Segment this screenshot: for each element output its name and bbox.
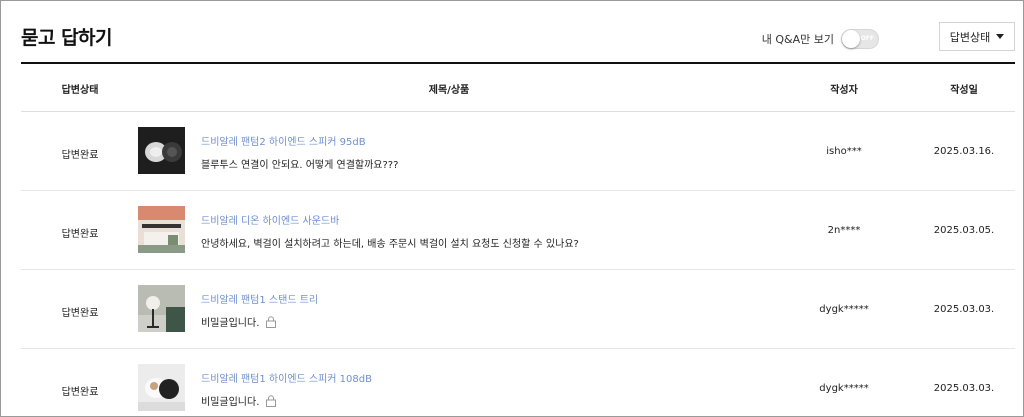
question-link[interactable]: 안녕하세요, 벽걸이 설치하려고 하는데, 배송 주문시 벽걸이 설치 요청도 …: [201, 235, 579, 250]
column-header-author: 작성자: [830, 85, 858, 96]
caret-down-icon: [996, 34, 1005, 39]
column-header-status: 답변상태: [61, 85, 99, 96]
question-text: 비밀글입니다.: [201, 318, 260, 329]
qa-table: 답변상태 제목/상품 작성자 작성일 답변완료 드비알레 팬텀2 하이엔드 스피…: [21, 62, 1015, 416]
qa-board: 묻고 답하기 내 Q&A만 보기 OFF 답변상태 답변상태 제목/상품 작성자…: [0, 0, 1024, 417]
product-name-link[interactable]: 드비알레 디온 하이엔드 사운드바: [201, 212, 579, 227]
product-name-link[interactable]: 드비알레 팬텀2 하이엔드 스피커 95dB: [201, 133, 398, 148]
qa-title-cell: 드비알레 디온 하이엔드 사운드바 안녕하세요, 벽걸이 설치하려고 하는데, …: [201, 212, 579, 250]
author: dygk*****: [819, 304, 869, 315]
product-name-link[interactable]: 드비알레 팬텀1 스탠드 트리: [201, 291, 318, 306]
answer-status: 답변완료: [61, 387, 99, 398]
column-header-title: 제목/상품: [428, 85, 470, 96]
lock-icon: [266, 315, 277, 328]
question-link[interactable]: 비밀글입니다.: [201, 393, 372, 408]
answer-status: 답변완료: [61, 229, 99, 240]
answer-status: 답변완료: [61, 308, 99, 319]
product-thumbnail[interactable]: [138, 285, 185, 332]
question-text: 안녕하세요, 벽걸이 설치하려고 하는데, 배송 주문시 벽걸이 설치 요청도 …: [201, 239, 579, 250]
date: 2025.03.16.: [933, 146, 995, 157]
answer-status-dropdown[interactable]: 답변상태: [939, 22, 1015, 51]
question-text: 블루투스 연결이 안되요. 어떻게 연결할까요???: [201, 160, 399, 171]
product-thumbnail[interactable]: [138, 206, 185, 253]
date: 2025.03.03.: [933, 304, 995, 315]
answer-status: 답변완료: [61, 150, 99, 161]
qa-title-cell: 드비알레 팬텀1 스탠드 트리 비밀글입니다.: [201, 291, 318, 329]
column-header-date: 작성일: [950, 85, 978, 96]
my-qa-label: 내 Q&A만 보기: [761, 33, 834, 46]
date: 2025.03.03.: [933, 383, 995, 394]
table-row[interactable]: 답변완료 드비알레 팬텀1 스탠드 트리 비밀글입니다. dygk***** 2…: [21, 270, 1015, 349]
toggle-knob: [842, 30, 860, 48]
question-link[interactable]: 비밀글입니다.: [201, 314, 318, 329]
my-qa-filter: 내 Q&A만 보기 OFF: [762, 29, 879, 49]
table-row[interactable]: 답변완료 드비알레 팬텀1 하이엔드 스피커 108dB 비밀글입니다. dyg…: [21, 349, 1015, 416]
qa-title-cell: 드비알레 팬텀1 하이엔드 스피커 108dB 비밀글입니다.: [201, 370, 372, 408]
question-link[interactable]: 블루투스 연결이 안되요. 어떻게 연결할까요???: [201, 156, 398, 171]
qa-title-cell: 드비알레 팬텀2 하이엔드 스피커 95dB 블루투스 연결이 안되요. 어떻게…: [201, 133, 398, 171]
page-title: 묻고 답하기: [21, 27, 113, 49]
qa-header: 묻고 답하기 내 Q&A만 보기 OFF 답변상태: [21, 19, 1015, 63]
my-qa-toggle[interactable]: OFF: [841, 29, 879, 49]
product-name-link[interactable]: 드비알레 팬텀1 하이엔드 스피커 108dB: [201, 370, 372, 385]
lock-icon: [266, 394, 277, 407]
author: 2n****: [827, 225, 861, 236]
date: 2025.03.05.: [933, 225, 995, 236]
product-thumbnail[interactable]: [138, 127, 185, 174]
product-thumbnail[interactable]: [138, 364, 185, 411]
table-row[interactable]: 답변완료 드비알레 팬텀2 하이엔드 스피커 95dB 블루투스 연결이 안되요…: [21, 112, 1015, 191]
question-text: 비밀글입니다.: [201, 397, 260, 408]
author: isho***: [826, 146, 862, 157]
answer-status-dropdown-label: 답변상태: [949, 30, 991, 44]
author: dygk*****: [819, 383, 869, 394]
table-header: 답변상태 제목/상품 작성자 작성일: [21, 64, 1015, 112]
table-row[interactable]: 답변완료 드비알레 디온 하이엔드 사운드바 안녕하세요, 벽걸이 설치하려고 …: [21, 191, 1015, 270]
toggle-state-text: OFF: [860, 35, 874, 42]
